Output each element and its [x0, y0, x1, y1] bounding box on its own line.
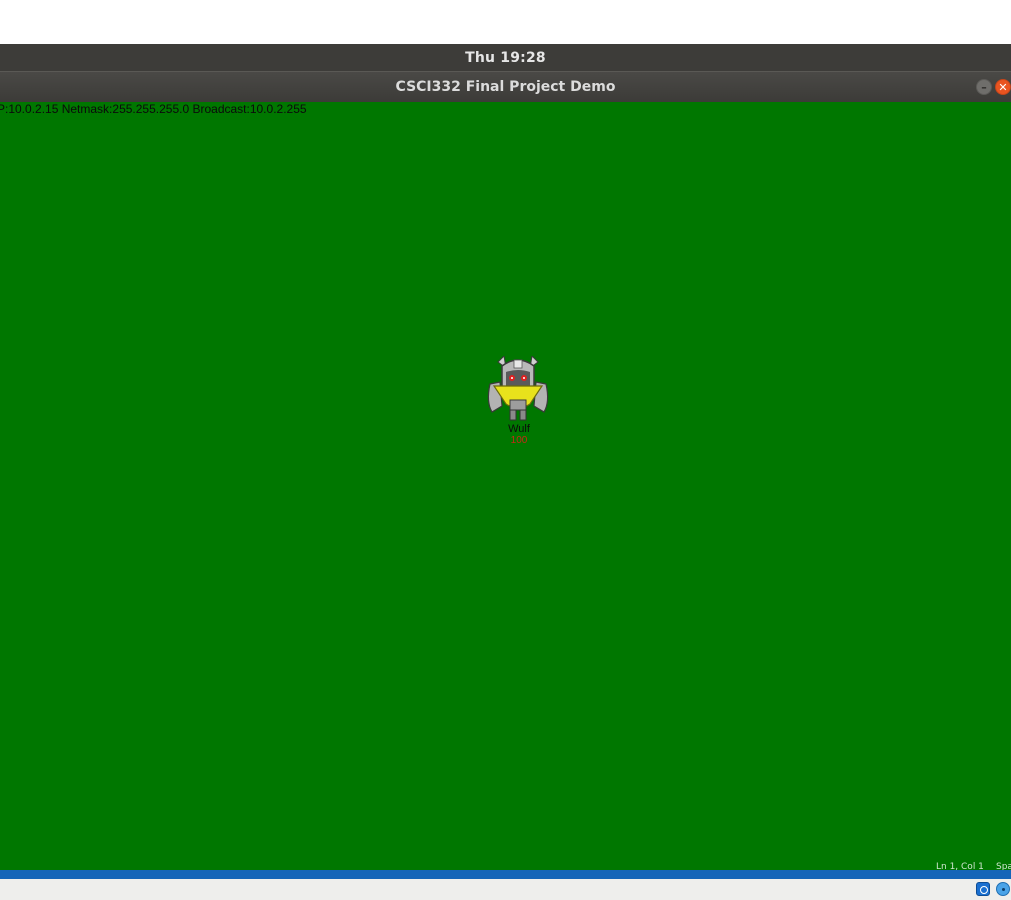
close-button[interactable]: ✕ [995, 79, 1011, 95]
player-name-label: Wulf [508, 423, 530, 435]
window-title: CSCI332 Final Project Demo [395, 79, 616, 95]
player-sprite-icon [487, 356, 549, 421]
editor-status-bar [0, 870, 1011, 879]
minimize-icon: – [981, 80, 987, 94]
player-health-label: 100 [510, 435, 528, 446]
window-titlebar[interactable]: CSCI332 Final Project Demo – ✕ [0, 71, 1011, 102]
game-canvas[interactable]: P:10.0.2.15 Netmask:255.255.255.0 Broadc… [0, 102, 1011, 870]
minimize-button[interactable]: – [976, 79, 992, 95]
network-info: P:10.0.2.15 Netmask:255.255.255.0 Broadc… [0, 102, 307, 116]
host-status-bar [0, 879, 1011, 900]
clock[interactable]: Thu 19:28 [465, 50, 546, 66]
close-icon: ✕ [998, 80, 1008, 94]
system-top-bar: Thu 19:28 [0, 44, 1011, 71]
disc-icon[interactable] [996, 882, 1010, 896]
screen-top-margin [0, 0, 1011, 44]
network-icon[interactable] [976, 882, 990, 896]
